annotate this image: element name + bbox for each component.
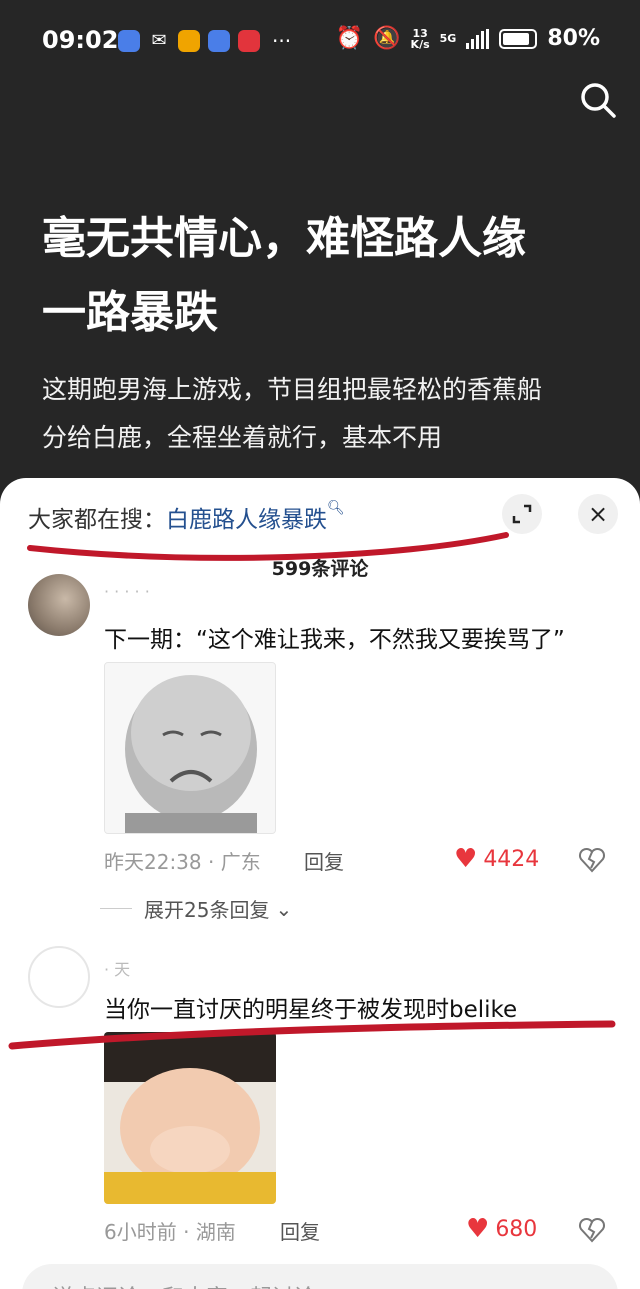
more-notifications-icon: ···: [272, 29, 292, 53]
search-icon: 🔍︎: [327, 500, 345, 516]
comment-count: 599条评论: [271, 558, 369, 578]
comment-meta: 6小时前 · 湖南: [104, 1220, 236, 1244]
comment-username[interactable]: · · · · ·: [104, 582, 150, 601]
broken-heart-icon[interactable]: [578, 846, 606, 874]
comment-image-meme-face[interactable]: [104, 662, 276, 834]
comment-sheet: 大家都在搜：白鹿路人缘暴跌🔍︎ × 599条评论 · · · · · 下一期：“…: [0, 478, 640, 1289]
avatar[interactable]: [28, 946, 90, 1008]
app-notification-icon: [238, 30, 260, 52]
laughing-child-image: [104, 1032, 276, 1204]
comment-username[interactable]: · 天: [104, 956, 130, 980]
chevron-down-icon: ⌄: [275, 896, 293, 921]
hot-search-term[interactable]: 白鹿路人缘暴跌: [166, 507, 327, 533]
net-speed: 13 K/s: [411, 28, 430, 50]
wechat-icon: ✉: [151, 30, 167, 51]
expand-button[interactable]: [502, 494, 542, 534]
comment-time: 昨天22:38: [104, 850, 202, 874]
comment-input-placeholder: 说点评论，和大家一起讨论: [52, 1280, 316, 1289]
heart-icon: ♥: [466, 1214, 490, 1244]
system-status: ⏰ 🔕 13 K/s 5G 80%: [336, 26, 600, 51]
mute-bell-icon: 🔕: [373, 26, 401, 51]
comment-input[interactable]: 说点评论，和大家一起讨论: [22, 1264, 618, 1289]
crying-face-image: [105, 663, 275, 833]
article-body: 这期跑男海上游戏，节目组把最轻松的香蕉船分给白鹿，全程坐着就行，基本不用: [42, 375, 542, 452]
comment-time: 6小时前: [104, 1220, 177, 1244]
status-bar: 09:02 ✉ ··· ⏰ 🔕 13 K/s 5G 80%: [0, 0, 640, 80]
battery-icon: [499, 28, 538, 49]
app-notification-icon: [118, 30, 140, 52]
comment-meta: 昨天22:38 · 广东: [104, 850, 261, 874]
search-icon[interactable]: [578, 80, 618, 120]
comment-location: 湖南: [195, 1220, 236, 1244]
expand-replies-label: 展开25条回复: [144, 898, 270, 922]
heart-icon: ♥: [454, 844, 478, 874]
net-speed-unit: K/s: [410, 37, 430, 51]
expand-replies-button[interactable]: 展开25条回复 ⌄: [100, 894, 292, 923]
close-button[interactable]: ×: [578, 494, 618, 534]
like-button[interactable]: ♥ 680: [466, 1214, 537, 1244]
network-type: 5G: [439, 32, 457, 45]
weibo-icon: [178, 30, 200, 52]
comment-text: 下一期：“这个难让我来，不然我又要挨骂了”: [104, 627, 565, 653]
battery-level: 80%: [547, 26, 600, 51]
status-time: 09:02: [42, 26, 119, 54]
notification-icons: ✉ ···: [118, 29, 291, 53]
signal-icon: [466, 28, 490, 49]
broken-heart-icon[interactable]: [578, 1216, 606, 1244]
divider: [100, 908, 132, 909]
avatar[interactable]: [28, 574, 90, 636]
reply-button[interactable]: 回复: [304, 846, 344, 875]
comment-text: 当你一直讨厌的明星终于被发现时belike: [104, 997, 518, 1023]
alarm-icon: ⏰: [335, 26, 364, 51]
reply-button[interactable]: 回复: [280, 1216, 320, 1245]
app-notification-icon: [208, 30, 230, 52]
comment-image-child-photo[interactable]: [104, 1032, 276, 1204]
like-count: 4424: [483, 846, 540, 872]
like-count: 680: [495, 1216, 538, 1242]
hot-search-prefix: 大家都在搜：: [28, 507, 166, 533]
article-title: 毫无共情心，难怪路人缘一路暴跌: [42, 213, 526, 338]
expand-icon: [512, 504, 532, 524]
hot-search[interactable]: 大家都在搜：白鹿路人缘暴跌🔍︎: [28, 500, 345, 534]
comment-location: 广东: [220, 850, 261, 874]
like-button[interactable]: ♥ 4424: [454, 844, 539, 874]
